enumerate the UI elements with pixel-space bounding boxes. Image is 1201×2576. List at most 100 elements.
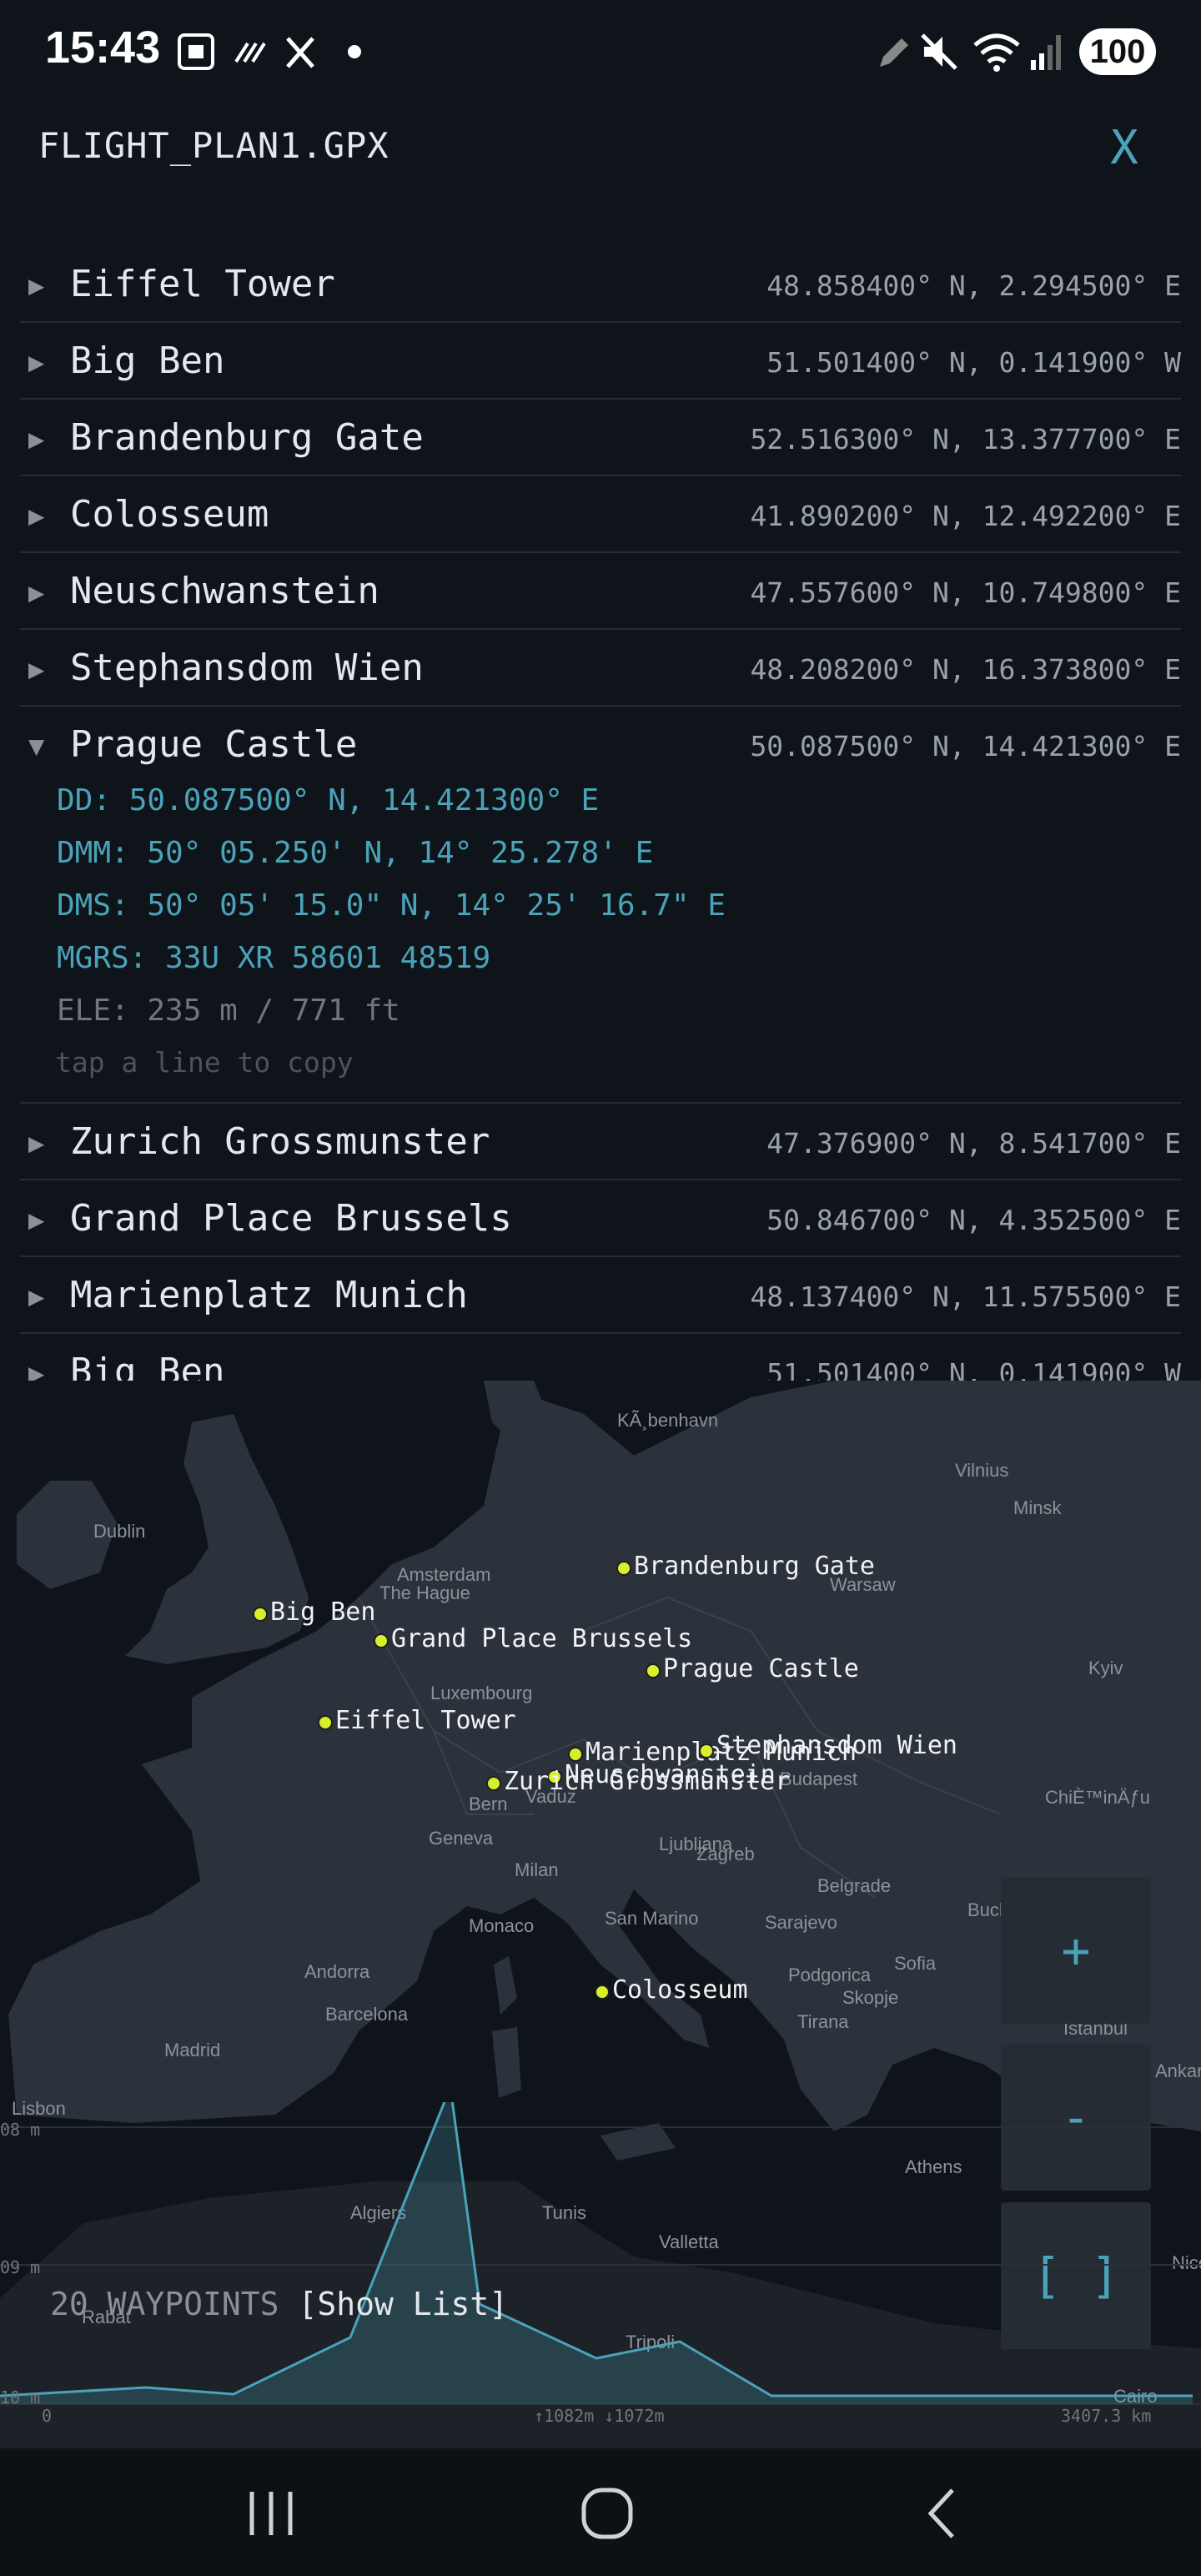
marker-label: Big Ben	[270, 1597, 376, 1627]
waypoint-row[interactable]: ▶ Zurich Grossmunster 47.376900° N, 8.54…	[20, 1104, 1181, 1180]
city-label: Sarajevo	[765, 1912, 837, 1933]
pen-icon	[880, 38, 908, 67]
waypoint-name: Marienplatz Munich	[70, 1274, 468, 1316]
marker-dot	[646, 1663, 661, 1678]
marker-label: Zurich Grossmunster	[504, 1767, 791, 1796]
waypoint-name: Stephansdom Wien	[70, 647, 424, 689]
marker-label: Grand Place Brussels	[391, 1624, 693, 1653]
marker-label: Brandenburg Gate	[634, 1552, 875, 1581]
marker-dot	[374, 1633, 389, 1648]
status-time: 15:43	[45, 23, 161, 73]
waypoint-name: Eiffel Tower	[70, 263, 335, 305]
detail-mgrs[interactable]: MGRS: 33U XR 58601 48519	[57, 941, 490, 975]
elev-ytick: 10 m	[0, 2387, 41, 2407]
detail-dd[interactable]: DD: 50.087500° N, 14.421300° E	[57, 783, 599, 818]
city-label: Andorra	[304, 1961, 370, 1982]
city-label: Skopje	[842, 1987, 899, 2008]
elev-line	[0, 2102, 1193, 2397]
expand-arrow-icon: ▶	[28, 576, 45, 608]
collapse-arrow-icon: ▼	[28, 730, 45, 762]
file-title: FLIGHT_PLAN1.GPX	[38, 125, 389, 166]
no-pen-icon	[286, 37, 314, 68]
marker-dot	[699, 1743, 714, 1758]
city-label: Minsk	[1013, 1497, 1062, 1518]
battery-indicator: 100	[1079, 28, 1156, 75]
city-label: ChiÈ™inÄƒu	[1045, 1787, 1150, 1808]
expand-arrow-icon: ▶	[28, 423, 45, 455]
waypoint-coord: 50.846700° N, 4.352500° E	[766, 1204, 1181, 1236]
waypoint-count: 20 WAYPOINTS [Show List]	[50, 2286, 508, 2322]
elev-xtick: 0	[42, 2406, 53, 2426]
waypoint-name: Brandenburg Gate	[70, 416, 424, 459]
waypoint-row[interactable]: ▶ Eiffel Tower 48.858400° N, 2.294500° E	[20, 246, 1181, 323]
status-bar: 15:43 100	[0, 0, 1201, 103]
detail-dmm[interactable]: DMM: 50° 05.250' N, 14° 25.278' E	[57, 836, 653, 870]
detail-dms[interactable]: DMS: 50° 05' 15.0" N, 14° 25' 16.7" E	[57, 888, 726, 923]
waypoint-coord: 47.376900° N, 8.541700° E	[766, 1127, 1181, 1160]
marker-label: Colosseum	[612, 1975, 748, 2005]
zoom-in-button[interactable]: +	[1001, 1877, 1151, 2024]
wifi-icon	[973, 33, 1020, 72]
waypoint-row[interactable]: ▶ Big Ben 51.501400° N, 0.141900° W	[20, 1334, 1181, 1381]
expand-arrow-icon: ▶	[28, 1127, 45, 1159]
screenshot-icon	[178, 33, 214, 70]
waypoint-row[interactable]: ▶ Stephansdom Wien 48.208200° N, 16.3738…	[20, 630, 1181, 707]
city-label: Tirana	[797, 2011, 849, 2032]
elevation-profile	[0, 2102, 1201, 2405]
waypoint-name: Grand Place Brussels	[70, 1197, 512, 1240]
waypoint-row[interactable]: ▶ Neuschwanstein 47.557600° N, 10.749800…	[20, 553, 1181, 630]
waypoint-coord: 41.890200° N, 12.492200° E	[750, 500, 1181, 532]
city-label: Barcelona	[325, 2004, 409, 2025]
waypoint-count-label: 20 WAYPOINTS	[50, 2286, 279, 2322]
waypoint-row[interactable]: ▶ Big Ben 51.501400° N, 0.141900° W	[20, 323, 1181, 400]
expand-arrow-icon: ▶	[28, 346, 45, 378]
city-label: Milan	[515, 1859, 559, 1880]
waypoint-coord: 48.208200° N, 16.373800° E	[750, 653, 1181, 686]
recent-apps-icon[interactable]	[242, 2482, 300, 2545]
city-label: Vilnius	[955, 1460, 1009, 1481]
city-label: San Marino	[605, 1908, 699, 1929]
city-label: Sofia	[894, 1953, 937, 1974]
signal-icon	[1031, 35, 1061, 70]
city-label: Budapest	[780, 1768, 857, 1789]
waypoint-list[interactable]: ▶ Eiffel Tower 48.858400° N, 2.294500° E…	[20, 246, 1181, 1381]
show-list-button[interactable]: [Show List]	[298, 2286, 508, 2322]
expand-arrow-icon: ▶	[28, 1357, 45, 1381]
city-label: Bern	[469, 1794, 508, 1814]
copy-hint: tap a line to copy	[55, 1046, 354, 1079]
waypoint-row[interactable]: ▶ Grand Place Brussels 50.846700° N, 4.3…	[20, 1180, 1181, 1257]
waypoint-row[interactable]: ▶ Marienplatz Munich 48.137400° N, 11.57…	[20, 1257, 1181, 1334]
waypoint-name: Big Ben	[70, 1351, 225, 1381]
city-label: Madrid	[164, 2040, 221, 2060]
waypoint-name: Big Ben	[70, 340, 225, 382]
detail-ele[interactable]: ELE: 235 m / 771 ft	[57, 994, 400, 1028]
waypoint-coord: 50.087500° N, 14.421300° E	[750, 730, 1181, 762]
waypoint-row[interactable]: ▶ Colosseum 41.890200° N, 12.492200° E	[20, 476, 1181, 553]
city-label: Geneva	[429, 1828, 494, 1849]
city-label: KÃ¸benhavn	[617, 1410, 719, 1431]
waypoint-name: Neuschwanstein	[70, 570, 379, 612]
waypoint-name: Colosseum	[70, 493, 269, 536]
marker-dot	[318, 1715, 333, 1730]
back-icon[interactable]	[917, 2482, 967, 2545]
marker-label: Stephansdom Wien	[716, 1731, 957, 1760]
waypoint-coord: 48.858400° N, 2.294500° E	[766, 269, 1181, 302]
city-label: Luxembourg	[430, 1683, 533, 1703]
mute-icon	[921, 33, 957, 70]
waypoint-row-expanded[interactable]: ▼ Prague Castle 50.087500° N, 14.421300°…	[20, 707, 1181, 1104]
city-label: Podgorica	[788, 1965, 872, 1985]
expand-arrow-icon: ▶	[28, 1204, 45, 1235]
close-button[interactable]: X	[1093, 117, 1156, 180]
dot-icon	[348, 45, 361, 58]
marker-dot	[253, 1607, 268, 1622]
elev-xtick: ↑1082m ↓1072m	[534, 2406, 665, 2426]
city-label: Dublin	[93, 1521, 146, 1542]
marker-label: Eiffel Tower	[335, 1706, 516, 1735]
elev-xtick: 3407.3 km	[1061, 2406, 1152, 2426]
elev-ytick: 09 m	[0, 2257, 41, 2277]
waypoint-coord: 52.516300° N, 13.377700° E	[750, 423, 1181, 455]
waypoint-row[interactable]: ▶ Brandenburg Gate 52.516300° N, 13.3777…	[20, 400, 1181, 476]
city-label: Belgrade	[817, 1875, 892, 1896]
home-icon[interactable]	[575, 2482, 639, 2545]
city-label: Ankara	[1155, 2060, 1201, 2081]
